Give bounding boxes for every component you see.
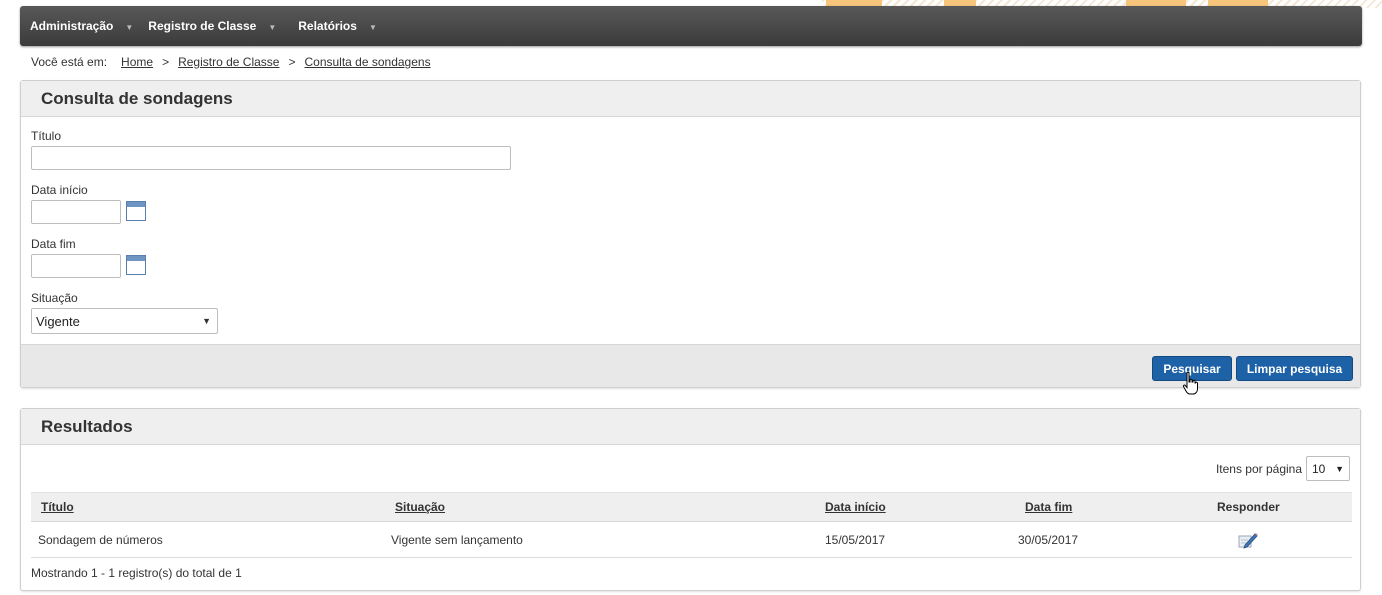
nav-menu-label: Relatórios	[298, 19, 357, 33]
chevron-down-icon: ▼	[202, 316, 211, 326]
results-panel: Resultados Itens por página 10 ▼ Título …	[20, 408, 1361, 591]
results-summary: Mostrando 1 - 1 registro(s) do total de …	[31, 566, 242, 580]
column-header-data-fim[interactable]: Data fim	[1025, 500, 1072, 514]
items-per-page-select[interactable]: 10 ▼	[1306, 456, 1350, 481]
items-per-page-control: Itens por página 10 ▼	[1216, 456, 1350, 481]
breadcrumb-link-consulta-de-sondagens[interactable]: Consulta de sondagens	[304, 55, 430, 69]
dropdown-arrow-icon: ▼	[268, 23, 277, 32]
results-table: Título Situação Data início Data fim Res…	[31, 492, 1352, 558]
data-fim-input[interactable]	[31, 254, 121, 278]
data-inicio-label: Data início	[31, 183, 88, 197]
limpar-pesquisa-button[interactable]: Limpar pesquisa	[1236, 356, 1353, 381]
breadcrumb-link-home[interactable]: Home	[121, 55, 153, 69]
situacao-selected-value: Vigente	[36, 313, 80, 329]
cell-situacao: Vigente sem lançamento	[391, 532, 523, 547]
nav-menu-label: Registro de Classe	[148, 19, 257, 33]
breadcrumb-link-registro-de-classe[interactable]: Registro de Classe	[178, 55, 279, 69]
column-header-titulo[interactable]: Título	[41, 500, 74, 514]
column-header-situacao[interactable]: Situação	[395, 500, 445, 514]
column-header-data-inicio[interactable]: Data início	[825, 500, 886, 514]
search-panel: Consulta de sondagens Título Data início…	[20, 80, 1361, 388]
chevron-down-icon: ▼	[1335, 463, 1344, 474]
nav-menu-administracao[interactable]: Administração ▼	[30, 6, 133, 46]
cell-data-fim: 30/05/2017	[1018, 532, 1079, 547]
table-row: Sondagem de números Vigente sem lançamen…	[31, 522, 1352, 558]
breadcrumb-separator: >	[162, 55, 170, 69]
breadcrumb-prefix: Você está em:	[31, 55, 108, 69]
breadcrumb-separator: >	[288, 55, 296, 69]
calendar-icon[interactable]	[126, 255, 146, 275]
titulo-input[interactable]	[31, 146, 511, 170]
results-panel-title: Resultados	[21, 409, 1360, 445]
situacao-select[interactable]: Vigente ▼	[31, 308, 218, 334]
breadcrumb: Você está em: Home > Registro de Classe …	[31, 55, 431, 69]
table-header: Título Situação Data início Data fim Res…	[31, 492, 1352, 522]
items-per-page-value: 10	[1312, 461, 1326, 476]
dropdown-arrow-icon: ▼	[368, 23, 377, 32]
search-panel-footer: Pesquisar Limpar pesquisa	[21, 344, 1360, 387]
edit-pencil-icon[interactable]	[1238, 531, 1258, 549]
nav-menu-registro-de-classe[interactable]: Registro de Classe ▼	[148, 6, 276, 46]
cell-titulo: Sondagem de números	[38, 532, 163, 547]
titulo-label: Título	[31, 129, 62, 143]
calendar-icon[interactable]	[126, 201, 146, 221]
data-inicio-input[interactable]	[31, 200, 121, 224]
situacao-label: Situação	[31, 291, 78, 305]
search-panel-title: Consulta de sondagens	[21, 81, 1360, 117]
top-navigation-bar: Administração ▼ Registro de Classe ▼ Rel…	[20, 6, 1362, 46]
nav-menu-relatorios[interactable]: Relatórios ▼	[298, 6, 377, 46]
nav-menu-label: Administração	[30, 19, 114, 33]
column-header-responder: Responder	[1217, 500, 1280, 514]
data-fim-label: Data fim	[31, 237, 76, 251]
cell-data-inicio: 15/05/2017	[825, 532, 886, 547]
items-per-page-label: Itens por página	[1215, 461, 1302, 476]
dropdown-arrow-icon: ▼	[125, 23, 134, 32]
hand-cursor-icon	[1182, 372, 1198, 395]
